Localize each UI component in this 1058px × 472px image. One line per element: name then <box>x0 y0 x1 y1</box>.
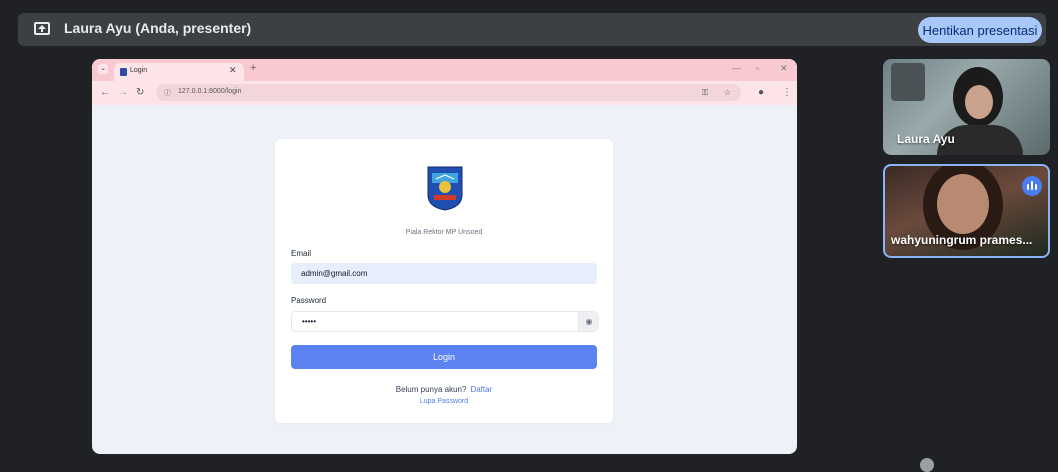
close-tab-icon[interactable]: ✕ <box>229 65 237 76</box>
password-field[interactable]: ••••• ◉ <box>291 311 599 332</box>
more-options-icon[interactable] <box>920 458 934 472</box>
participant-tile-speaking[interactable]: wahyuningrum prames... <box>883 164 1050 258</box>
url-text: 127.0.0.1:8000/login <box>178 88 242 95</box>
speaking-indicator-icon <box>1022 176 1042 196</box>
browser-tab-login[interactable]: Login ✕ <box>114 63 244 81</box>
address-bar[interactable]: ⓘ 127.0.0.1:8000/login ⚿ ☆ <box>156 84 741 101</box>
email-value: admin@gmail.com <box>301 269 368 278</box>
presenter-title: Laura Ayu (Anda, presenter) <box>64 20 252 36</box>
stop-presenting-button[interactable]: Hentikan presentasi <box>918 17 1042 43</box>
avatar-face <box>937 174 989 234</box>
email-label: Email <box>291 249 312 258</box>
signup-link[interactable]: Daftar <box>470 385 492 394</box>
bookmark-star-icon[interactable]: ☆ <box>724 88 731 97</box>
reload-icon[interactable]: ↻ <box>136 87 144 98</box>
menu-dots-icon[interactable]: ⋮ <box>782 87 792 98</box>
close-window-icon[interactable]: ✕ <box>780 63 788 74</box>
browser-tabstrip: ⌄ Login ✕ + — ▫ ✕ <box>92 59 797 81</box>
login-card: Piala Rektor MP Unsoed Email admin@gmail… <box>275 139 613 423</box>
browser-navbar: ← → ↻ ⓘ 127.0.0.1:8000/login ⚿ ☆ ● ⋮ <box>92 81 797 105</box>
tab-search-icon[interactable]: ⌄ <box>98 64 108 74</box>
profile-icon[interactable]: ● <box>758 87 764 98</box>
back-icon[interactable]: ← <box>100 87 110 98</box>
signup-row: Belum punya akun? Daftar <box>275 385 613 394</box>
present-screen-icon <box>34 22 50 35</box>
avatar-face <box>965 85 993 119</box>
email-field[interactable]: admin@gmail.com <box>291 263 597 284</box>
participant-name: wahyuningrum prames... <box>891 233 1033 247</box>
new-tab-icon[interactable]: + <box>250 62 256 74</box>
participant-name: Laura Ayu <box>897 132 955 146</box>
forgot-password-link[interactable]: Lupa Password <box>275 398 613 405</box>
minimize-icon[interactable]: — <box>732 63 741 73</box>
signup-prompt: Belum punya akun? <box>395 385 467 394</box>
restore-icon[interactable]: ▫ <box>756 63 759 73</box>
show-password-eye-icon[interactable]: ◉ <box>578 312 599 331</box>
login-button[interactable]: Login <box>291 345 597 369</box>
forward-icon[interactable]: → <box>118 87 128 98</box>
participant-tile[interactable]: Laura Ayu <box>883 59 1050 155</box>
unsoed-logo-icon <box>427 166 463 211</box>
password-value: ••••• <box>302 317 317 326</box>
favicon-icon <box>120 68 127 76</box>
password-key-icon[interactable]: ⚿ <box>702 88 708 98</box>
password-label: Password <box>291 296 327 305</box>
shared-screen: ⌄ Login ✕ + — ▫ ✕ ← → ↻ ⓘ 127.0.0.1:8000… <box>92 59 797 454</box>
background-lamp <box>891 63 925 101</box>
org-name: Piala Rektor MP Unsoed <box>405 229 483 236</box>
tab-title: Login <box>130 67 148 74</box>
site-info-icon[interactable]: ⓘ <box>164 88 171 98</box>
